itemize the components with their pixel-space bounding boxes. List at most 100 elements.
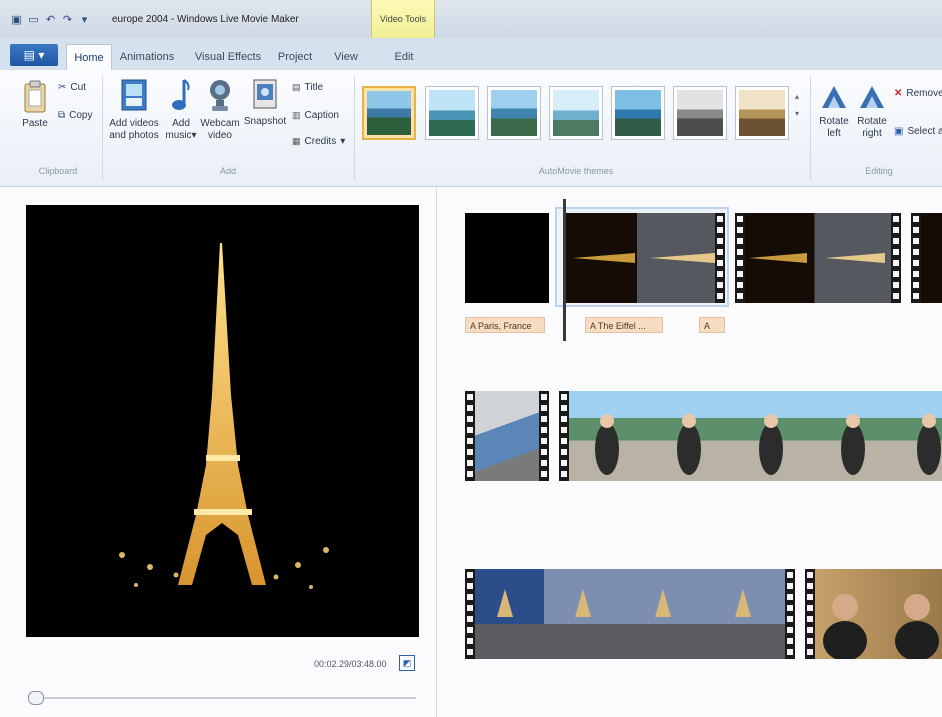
title-button[interactable]: ▤ Title <box>292 82 323 93</box>
clip-window-view[interactable] <box>465 391 549 481</box>
rotate-right-icon <box>860 86 884 108</box>
themes-scroll[interactable]: ▴ ▾ <box>795 92 799 118</box>
tab-visual-effects[interactable]: Visual Effects <box>190 46 266 68</box>
file-menu-button[interactable]: ▤ ▾ <box>10 44 58 66</box>
playhead[interactable] <box>563 199 566 341</box>
copy-icon: ⧉ <box>58 110 66 121</box>
automovie-theme-5[interactable] <box>611 86 665 140</box>
scroll-down-icon[interactable]: ▾ <box>795 109 799 118</box>
movie-maker-window: ▣ ▭ ↶ ↷ ▾ europe 2004 - Windows Live Mov… <box>0 0 942 717</box>
credits-icon: ▦ <box>292 136 301 146</box>
ribbon: Paste ✂ Cut ⧉ Copy Clipboard Add videos an… <box>0 70 942 187</box>
automovie-theme-4[interactable] <box>549 86 603 140</box>
castle-thumbs <box>475 589 795 659</box>
webcam-video-button[interactable]: Webcam video <box>200 78 240 142</box>
credits-button[interactable]: ▦ Credits ▾ <box>292 136 345 147</box>
webcam-icon <box>210 80 230 111</box>
tab-project[interactable]: Project <box>272 46 318 68</box>
film-strip <box>715 213 725 303</box>
film-strip <box>891 213 901 303</box>
caption-eiffel[interactable]: A The Eiffel ... <box>585 317 663 333</box>
film-strip <box>465 391 475 481</box>
clip-black[interactable] <box>465 213 549 303</box>
save-icon[interactable]: ▭ <box>27 14 40 27</box>
caption-extra[interactable]: A <box>699 317 725 333</box>
tab-edit[interactable]: Edit <box>378 46 430 68</box>
title-bar: ▣ ▭ ↶ ↷ ▾ europe 2004 - Windows Live Mov… <box>0 0 942 38</box>
seek-thumb[interactable] <box>28 691 44 705</box>
eiffel-tower-night-frame <box>26 205 419 637</box>
snapshot-icon <box>253 79 277 109</box>
cut-button[interactable]: ✂ Cut <box>58 82 86 93</box>
automovie-theme-3[interactable] <box>487 86 541 140</box>
paste-icon <box>24 80 46 113</box>
file-menu-icon: ▤ <box>23 48 35 62</box>
editing-group-label: Editing <box>865 166 893 176</box>
film-strip <box>805 569 815 659</box>
rotate-right-button[interactable]: Rotate right <box>854 82 890 140</box>
add-group-label: Add <box>219 166 236 176</box>
copy-button[interactable]: ⧉ Copy <box>58 110 93 121</box>
add-videos-photos-button[interactable]: Add videos and photos <box>106 78 162 142</box>
separator <box>810 76 811 180</box>
select-all-icon: ▣ <box>894 126 904 137</box>
separator <box>102 76 103 180</box>
title-icon: ▤ <box>292 82 301 92</box>
film-strip <box>735 213 745 303</box>
tab-animations[interactable]: Animations <box>114 46 180 68</box>
video-tools-tab-group: Video Tools <box>371 0 435 38</box>
scissors-icon: ✂ <box>58 82 67 93</box>
rotate-left-button[interactable]: Rotate left <box>816 82 852 140</box>
automovie-theme-6[interactable] <box>673 86 727 140</box>
tab-view[interactable]: View <box>326 46 366 68</box>
undo-icon[interactable]: ↶ <box>44 14 57 27</box>
storyboard: A Paris, France A The Eiffel ... A <box>437 187 942 717</box>
app-menu-icon[interactable]: ▣ <box>10 14 23 27</box>
caption-icon: ▥ <box>292 110 301 120</box>
automovie-theme-1[interactable] <box>362 86 416 140</box>
remove-x-icon: ✕ <box>894 88 903 99</box>
automovie-theme-2[interactable] <box>425 86 479 140</box>
caption-button[interactable]: ▥ Caption <box>292 110 339 121</box>
scroll-up-icon[interactable]: ▴ <box>795 92 799 101</box>
paste-button[interactable]: Paste <box>16 80 54 130</box>
film-strip <box>911 213 921 303</box>
film-strip <box>465 569 475 659</box>
window-title: europe 2004 - Windows Live Movie Maker <box>112 14 299 25</box>
eiffel-tilted-thumb <box>573 253 715 263</box>
seek-bar[interactable] <box>30 697 416 699</box>
caption-paris[interactable]: A Paris, France <box>465 317 545 333</box>
automovie-group-label: AutoMovie themes <box>538 166 614 176</box>
snapshot-button[interactable]: Snapshot <box>242 78 288 128</box>
quick-access-toolbar: ▣ ▭ ↶ ↷ ▾ <box>10 12 91 28</box>
automovie-theme-7[interactable] <box>735 86 789 140</box>
clip-castle[interactable] <box>465 569 795 659</box>
rotate-left-icon <box>822 86 846 108</box>
clip-eiffel-2[interactable] <box>735 213 901 303</box>
separator <box>354 76 355 180</box>
music-note-icon <box>172 79 190 110</box>
video-preview[interactable] <box>26 205 419 637</box>
customize-icon[interactable]: ▾ <box>78 14 91 27</box>
clip-boat-person[interactable] <box>559 391 942 481</box>
add-videos-icon <box>121 79 147 111</box>
boat-person-thumbs <box>595 414 941 475</box>
remove-button[interactable]: ✕ Remove <box>894 88 942 99</box>
ribbon-tabs: ▤ ▾ Home Animations Visual Effects Proje… <box>0 38 942 71</box>
film-strip <box>559 391 569 481</box>
preview-pane: 00:02.29/03:48.00 ◩ <box>0 187 437 717</box>
clipboard-group-label: Clipboard <box>38 166 78 176</box>
film-strip <box>539 391 549 481</box>
portrait-thumbs <box>823 594 939 659</box>
video-tools-label: Video Tools <box>379 14 427 24</box>
clip-portrait[interactable] <box>805 569 942 659</box>
clip-partial[interactable] <box>911 213 942 303</box>
tab-home[interactable]: Home <box>66 44 112 71</box>
redo-icon[interactable]: ↷ <box>61 14 74 27</box>
add-music-button[interactable]: Add music▾ <box>164 78 198 142</box>
clip-eiffel-1[interactable] <box>565 213 725 303</box>
split-icon[interactable]: ◩ <box>399 655 415 671</box>
film-strip <box>785 569 795 659</box>
eiffel-tilted-thumb <box>749 253 885 263</box>
select-all-button[interactable]: ▣Select all <box>894 126 942 137</box>
